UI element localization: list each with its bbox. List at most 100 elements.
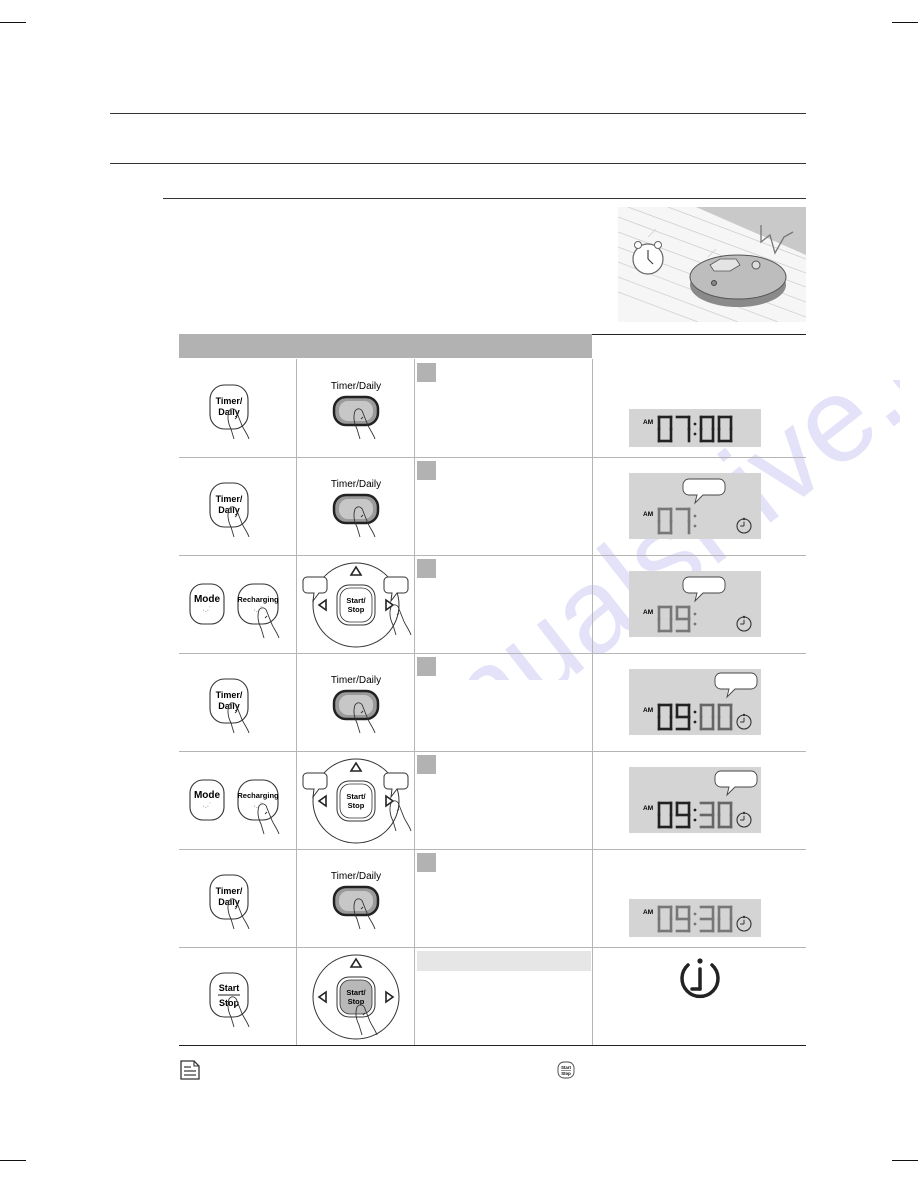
crop-mark-bottom-left bbox=[0, 1160, 26, 1161]
robot-control-pad: Start/ Stop bbox=[302, 758, 412, 844]
robot-button-cell: Timer/Daily bbox=[296, 457, 415, 555]
remote-buttons: Timer/Daily bbox=[209, 874, 250, 930]
header-rule-top bbox=[110, 113, 806, 114]
svg-text:AM: AM bbox=[643, 909, 653, 916]
svg-text:Start/: Start/ bbox=[346, 988, 366, 997]
display-cell bbox=[592, 947, 807, 1045]
display-cell: AM bbox=[592, 359, 807, 457]
remote-button-recharging: Recharging·.·˙ bbox=[237, 779, 280, 835]
crop-mark-bottom-right bbox=[892, 1160, 918, 1161]
svg-text:Stop: Stop bbox=[348, 801, 365, 810]
timer-daily-button: Timer/Daily bbox=[331, 871, 381, 930]
step-description-cell bbox=[414, 947, 593, 1045]
lcd-display: AM bbox=[629, 899, 761, 937]
table-row: Mode ·.·˙ Recharging ·.·˙ Start/ Stop AM bbox=[179, 555, 806, 654]
svg-text:Start: Start bbox=[219, 983, 240, 993]
step-number-marker bbox=[417, 657, 436, 676]
remote-buttons: Timer/Daily bbox=[209, 384, 250, 440]
remote-button: Timer/Daily bbox=[209, 874, 250, 930]
remote-button-cell: Timer/Daily bbox=[179, 359, 296, 457]
remote-button-cell: Mode ·.·˙ Recharging ·.·˙ bbox=[179, 751, 296, 849]
table-row: Timer/Daily Timer/Daily AM bbox=[179, 849, 806, 948]
lcd-display: AM bbox=[629, 409, 761, 447]
robot-alarm-illustration bbox=[617, 206, 807, 323]
step-description-cell bbox=[414, 359, 593, 457]
remote-button-cell: Timer/Daily bbox=[179, 653, 296, 751]
svg-text:Timer/: Timer/ bbox=[216, 886, 243, 896]
svg-text:·.·˙: ·.·˙ bbox=[203, 606, 212, 614]
svg-text:AM: AM bbox=[643, 609, 653, 616]
timer-active-icon bbox=[680, 958, 720, 999]
remote-button-cell: Mode ·.·˙ Recharging ·.·˙ bbox=[179, 555, 296, 653]
lcd-display: AM bbox=[629, 473, 761, 539]
step-heading-bar bbox=[417, 951, 591, 971]
step-description-cell bbox=[414, 457, 593, 555]
remote-button: Timer/Daily bbox=[209, 482, 250, 538]
svg-text:·.·˙: ·.·˙ bbox=[203, 802, 212, 810]
robot-button-cell: Timer/Daily bbox=[296, 359, 415, 457]
robot-control-pad: Start/ Stop bbox=[312, 954, 400, 1040]
svg-text:AM: AM bbox=[643, 805, 653, 812]
lcd-display: AM bbox=[629, 767, 761, 833]
remote-button: Timer/Daily bbox=[209, 678, 250, 734]
svg-text:Stop: Stop bbox=[561, 1071, 571, 1076]
remote-buttons: Timer/Daily bbox=[209, 678, 250, 734]
svg-text:Timer/: Timer/ bbox=[216, 494, 243, 504]
svg-text:Start/: Start/ bbox=[346, 792, 366, 801]
svg-text:Stop: Stop bbox=[348, 605, 365, 614]
step-number-marker bbox=[417, 853, 436, 872]
step-description-cell bbox=[414, 653, 593, 751]
svg-text:AM: AM bbox=[643, 511, 653, 518]
remote-buttons: Timer/Daily bbox=[209, 482, 250, 538]
robot-button-cell: Start/ Stop bbox=[296, 555, 415, 653]
svg-text:Timer/: Timer/ bbox=[216, 396, 243, 406]
svg-text:Timer/Daily: Timer/Daily bbox=[331, 381, 381, 392]
display-cell: AM bbox=[592, 555, 807, 653]
section-rule bbox=[163, 198, 806, 199]
timer-daily-button: Timer/Daily bbox=[331, 381, 381, 440]
svg-text:Stop: Stop bbox=[348, 997, 365, 1006]
svg-text:Timer/Daily: Timer/Daily bbox=[331, 675, 381, 686]
svg-text:Mode: Mode bbox=[194, 594, 221, 605]
display-cell: AM bbox=[592, 849, 807, 947]
remote-button-cell: Timer/Daily bbox=[179, 849, 296, 947]
timer-daily-button: Timer/Daily bbox=[331, 479, 381, 538]
remote-button-mode: Mode·.·˙ bbox=[189, 583, 225, 625]
remote-button-cell: Timer/Daily bbox=[179, 457, 296, 555]
step-description-cell bbox=[414, 555, 593, 653]
robot-button-cell: Start/ Stop bbox=[296, 947, 415, 1045]
crop-mark-top-left bbox=[0, 22, 26, 23]
svg-text:Mode: Mode bbox=[194, 790, 221, 801]
remote-buttons: StartStop bbox=[209, 972, 250, 1028]
robot-vacuum-icon bbox=[689, 254, 787, 307]
svg-text:Recharging: Recharging bbox=[237, 791, 279, 800]
svg-text:AM: AM bbox=[643, 707, 653, 714]
remote-buttons: Mode·.·˙ Recharging·.·˙ bbox=[189, 583, 280, 639]
timer-daily-button: Timer/Daily bbox=[331, 675, 381, 734]
header-rule-bottom bbox=[110, 163, 806, 164]
start-stop-button-icon: Start Stop bbox=[557, 1061, 575, 1079]
remote-buttons: Mode·.·˙ Recharging·.·˙ bbox=[189, 779, 280, 835]
step-number-marker bbox=[417, 755, 436, 774]
remote-button-cell: Start Stop bbox=[179, 947, 296, 1045]
display-cell: AM bbox=[592, 457, 807, 555]
svg-text:Timer/: Timer/ bbox=[216, 690, 243, 700]
alarm-clock-icon bbox=[632, 241, 664, 275]
table-row: Mode ·.·˙ Recharging ·.·˙ Start/ Stop AM bbox=[179, 751, 806, 850]
robot-control-pad: Start/ Stop bbox=[302, 562, 412, 648]
svg-text:Timer/Daily: Timer/Daily bbox=[331, 479, 381, 490]
step-number-marker bbox=[417, 363, 436, 382]
table-row: Timer/Daily Timer/Daily AM bbox=[179, 457, 806, 556]
step-description-cell bbox=[414, 849, 593, 947]
remote-button: StartStop bbox=[209, 972, 250, 1028]
robot-button-cell: Start/ Stop bbox=[296, 751, 415, 849]
step-number-marker bbox=[417, 461, 436, 480]
remote-button-recharging: Recharging·.·˙ bbox=[237, 583, 280, 639]
robot-button-cell: Timer/Daily bbox=[296, 653, 415, 751]
robot-button-cell: Timer/Daily bbox=[296, 849, 415, 947]
lcd-display: AM bbox=[629, 571, 761, 637]
note-icon bbox=[180, 1060, 200, 1080]
step-description-cell bbox=[414, 751, 593, 849]
crop-mark-top-right bbox=[892, 22, 918, 23]
step-number-marker bbox=[417, 559, 436, 578]
